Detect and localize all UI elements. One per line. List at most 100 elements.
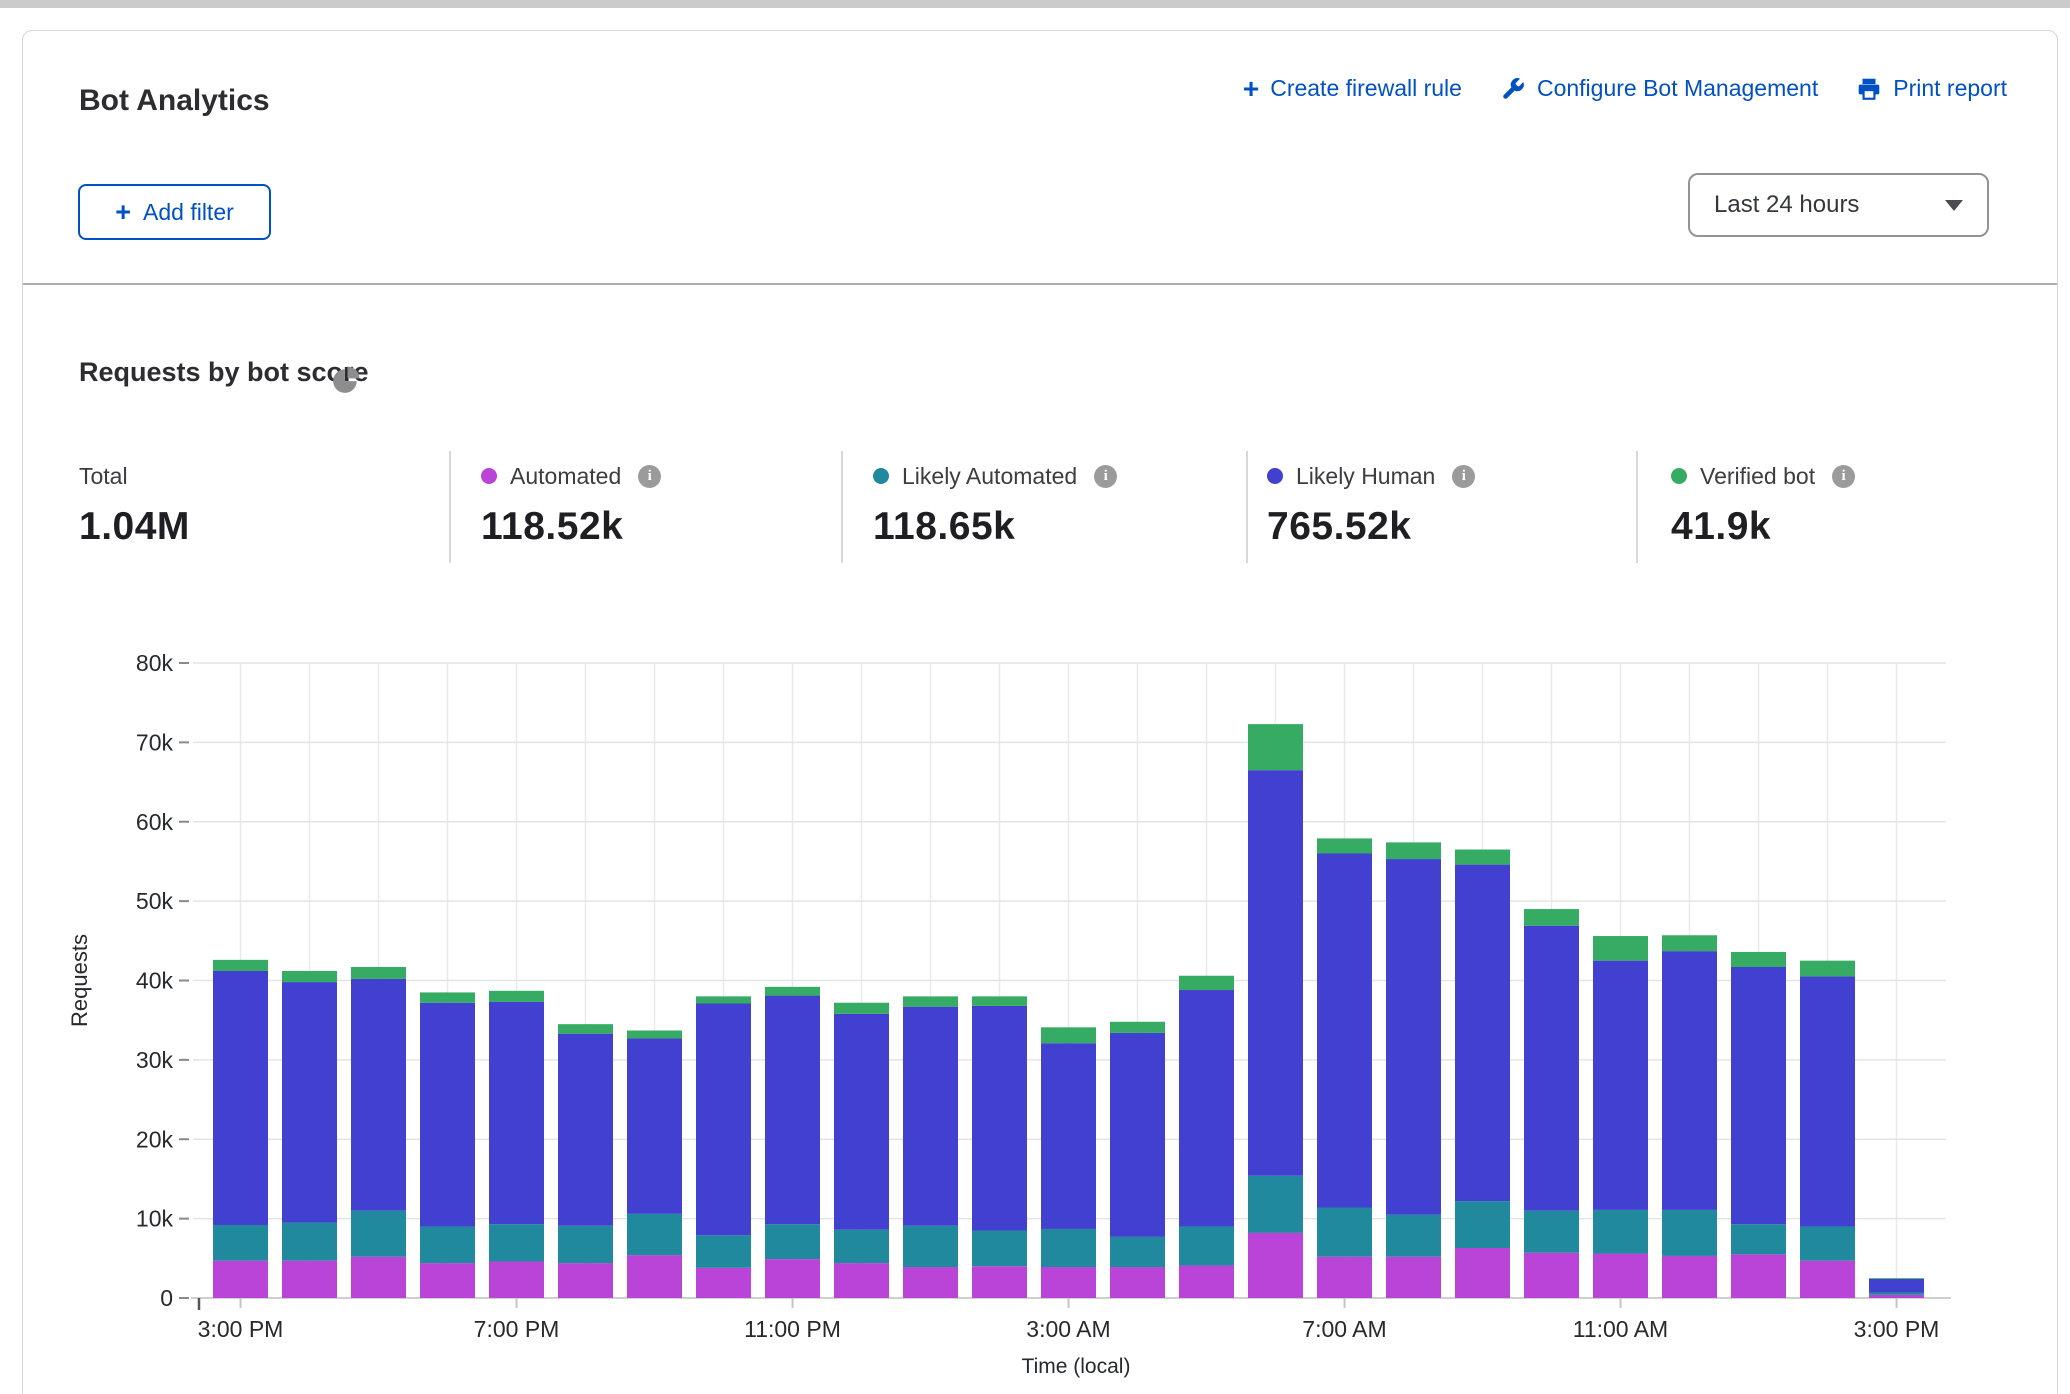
bar-segment-automated[interactable]	[1248, 1233, 1303, 1298]
bar-segment-likely-automated[interactable]	[489, 1224, 544, 1261]
bar-segment-likely-human[interactable]	[1662, 951, 1717, 1210]
bar-segment-automated[interactable]	[1662, 1256, 1717, 1298]
bar-segment-likely-automated[interactable]	[1317, 1208, 1372, 1257]
bar-segment-likely-automated[interactable]	[1110, 1237, 1165, 1267]
bar-segment-automated[interactable]	[1524, 1253, 1579, 1298]
bar-segment-likely-human[interactable]	[903, 1007, 958, 1226]
bar-segment-automated[interactable]	[1110, 1267, 1165, 1298]
bar-segment-likely-human[interactable]	[489, 1002, 544, 1224]
bar-segment-automated[interactable]	[1869, 1295, 1924, 1298]
bar-segment-verified-bot[interactable]	[834, 1003, 889, 1014]
info-icon[interactable]: i	[1094, 465, 1117, 488]
bar-segment-automated[interactable]	[1041, 1267, 1096, 1298]
bar-segment-automated[interactable]	[1731, 1254, 1786, 1298]
info-icon[interactable]: i	[638, 465, 661, 488]
bar-segment-automated[interactable]	[351, 1257, 406, 1298]
bar-segment-likely-human[interactable]	[420, 1003, 475, 1227]
bar-segment-likely-human[interactable]	[1800, 977, 1855, 1227]
time-range-select[interactable]: Last 24 hours	[1688, 173, 1989, 237]
bar-segment-automated[interactable]	[489, 1261, 544, 1298]
bar-segment-likely-automated[interactable]	[1800, 1227, 1855, 1261]
bar-segment-automated[interactable]	[627, 1255, 682, 1298]
requests-by-bot-score-chart[interactable]: 010k20k30k40k50k60k70k80k3:00 PM7:00 PM1…	[23, 621, 2057, 1394]
bar-segment-likely-human[interactable]	[1731, 967, 1786, 1224]
info-icon[interactable]: i	[1452, 465, 1475, 488]
bar-segment-automated[interactable]	[420, 1263, 475, 1298]
bar-segment-automated[interactable]	[1386, 1257, 1441, 1298]
bar-segment-verified-bot[interactable]	[558, 1024, 613, 1034]
bar-segment-verified-bot[interactable]	[903, 996, 958, 1006]
bar-segment-likely-automated[interactable]	[972, 1231, 1027, 1267]
bar-segment-verified-bot[interactable]	[972, 996, 1027, 1006]
bar-segment-automated[interactable]	[1800, 1261, 1855, 1298]
bar-segment-likely-automated[interactable]	[834, 1230, 889, 1263]
bar-segment-verified-bot[interactable]	[1248, 724, 1303, 770]
bar-segment-verified-bot[interactable]	[351, 967, 406, 979]
bar-segment-likely-human[interactable]	[1869, 1279, 1924, 1292]
bar-segment-verified-bot[interactable]	[1800, 961, 1855, 977]
bar-segment-likely-human[interactable]	[1317, 854, 1372, 1208]
bar-segment-automated[interactable]	[765, 1259, 820, 1298]
bar-segment-likely-human[interactable]	[1041, 1043, 1096, 1229]
bar-segment-verified-bot[interactable]	[765, 987, 820, 996]
bar-segment-likely-human[interactable]	[1593, 961, 1648, 1210]
bar-segment-likely-human[interactable]	[696, 1004, 751, 1236]
bar-segment-likely-human[interactable]	[1248, 770, 1303, 1176]
bar-segment-automated[interactable]	[1317, 1257, 1372, 1298]
bar-segment-automated[interactable]	[696, 1268, 751, 1298]
bar-segment-automated[interactable]	[903, 1267, 958, 1298]
bar-segment-verified-bot[interactable]	[1662, 935, 1717, 951]
bar-segment-verified-bot[interactable]	[1869, 1278, 1924, 1279]
bar-segment-verified-bot[interactable]	[1731, 952, 1786, 967]
create-firewall-rule-link[interactable]: + Create firewall rule	[1243, 75, 1462, 102]
bar-segment-likely-human[interactable]	[1455, 865, 1510, 1202]
stacked-bar-chart[interactable]: 010k20k30k40k50k60k70k80k3:00 PM7:00 PM1…	[23, 621, 2057, 1394]
bar-segment-likely-automated[interactable]	[1662, 1210, 1717, 1256]
bar-segment-verified-bot[interactable]	[696, 996, 751, 1003]
bar-segment-automated[interactable]	[1179, 1265, 1234, 1298]
bar-segment-automated[interactable]	[1593, 1254, 1648, 1298]
bar-segment-likely-automated[interactable]	[351, 1211, 406, 1257]
bar-segment-likely-automated[interactable]	[420, 1227, 475, 1264]
bar-segment-likely-automated[interactable]	[282, 1223, 337, 1261]
bar-segment-automated[interactable]	[282, 1261, 337, 1298]
bar-segment-likely-automated[interactable]	[1179, 1227, 1234, 1266]
bar-segment-likely-automated[interactable]	[1869, 1292, 1924, 1294]
bar-segment-likely-automated[interactable]	[1731, 1224, 1786, 1254]
bar-segment-likely-human[interactable]	[972, 1006, 1027, 1231]
bar-segment-verified-bot[interactable]	[1179, 976, 1234, 990]
bar-segment-likely-human[interactable]	[558, 1034, 613, 1226]
configure-bot-management-link[interactable]: Configure Bot Management	[1500, 75, 1818, 102]
bar-segment-automated[interactable]	[834, 1263, 889, 1298]
print-report-link[interactable]: Print report	[1856, 75, 2007, 102]
bar-segment-verified-bot[interactable]	[1593, 936, 1648, 961]
bar-segment-likely-human[interactable]	[1386, 859, 1441, 1215]
bar-segment-likely-automated[interactable]	[627, 1214, 682, 1255]
bar-segment-automated[interactable]	[972, 1266, 1027, 1298]
bar-segment-likely-human[interactable]	[765, 996, 820, 1225]
bar-segment-verified-bot[interactable]	[1386, 842, 1441, 859]
bar-segment-likely-automated[interactable]	[1455, 1201, 1510, 1248]
bar-segment-verified-bot[interactable]	[1317, 838, 1372, 853]
bar-segment-likely-automated[interactable]	[213, 1225, 268, 1261]
bar-segment-verified-bot[interactable]	[1041, 1027, 1096, 1043]
bar-segment-likely-human[interactable]	[1110, 1033, 1165, 1237]
bar-segment-automated[interactable]	[213, 1261, 268, 1298]
bar-segment-verified-bot[interactable]	[420, 992, 475, 1002]
bar-segment-likely-automated[interactable]	[696, 1235, 751, 1268]
bar-segment-likely-human[interactable]	[1179, 990, 1234, 1227]
bar-segment-verified-bot[interactable]	[1110, 1022, 1165, 1033]
bar-segment-likely-automated[interactable]	[765, 1224, 820, 1259]
bar-segment-verified-bot[interactable]	[213, 960, 268, 971]
bar-segment-likely-automated[interactable]	[1041, 1229, 1096, 1267]
bar-segment-likely-human[interactable]	[627, 1038, 682, 1213]
bar-segment-likely-automated[interactable]	[1524, 1211, 1579, 1253]
bar-segment-likely-human[interactable]	[834, 1014, 889, 1230]
bar-segment-likely-automated[interactable]	[1386, 1215, 1441, 1257]
bar-segment-likely-automated[interactable]	[1593, 1210, 1648, 1254]
bar-segment-likely-automated[interactable]	[1248, 1176, 1303, 1233]
bar-segment-likely-human[interactable]	[282, 982, 337, 1223]
bar-segment-verified-bot[interactable]	[627, 1031, 682, 1039]
bar-segment-likely-automated[interactable]	[903, 1226, 958, 1267]
bar-segment-verified-bot[interactable]	[282, 971, 337, 982]
